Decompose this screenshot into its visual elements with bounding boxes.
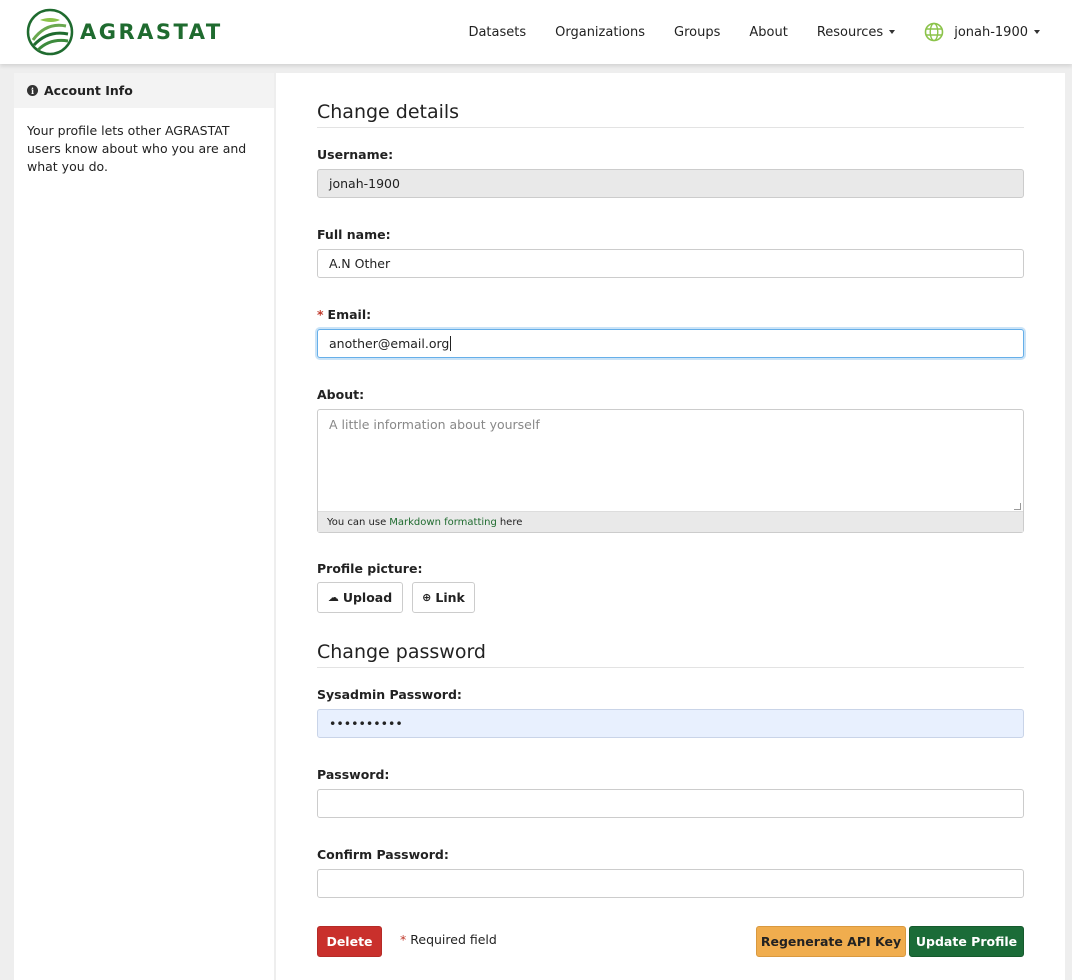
resize-handle-icon[interactable] [1014,503,1021,510]
text-cursor [450,336,452,351]
info-icon: i [27,85,38,96]
globe-icon: ⊕ [422,591,432,604]
main-content: Change details Username: jonah-1900 Full… [276,73,1065,980]
email-field[interactable]: another@email.org [317,329,1024,358]
about-label: About: [317,387,365,402]
nav-resources-label: Resources [816,24,884,40]
main-nav: Datasets Organizations Groups About Reso… [439,0,1040,64]
email-value: another@email.org [329,336,450,351]
delete-button-label: Delete [326,934,373,949]
divider [317,667,1024,668]
about-placeholder: A little information about yourself [329,417,540,432]
upload-button[interactable]: ☁ Upload [317,582,403,613]
password-field[interactable] [317,789,1024,818]
update-button-label: Update Profile [915,934,1018,949]
brand-name: AGRASTAT [80,20,223,44]
sidebar-heading-text: Account Info [44,83,133,98]
regenerate-api-key-button[interactable]: Regenerate API Key [756,926,906,957]
markdown-hint: You can use Markdown formatting here [318,511,1023,532]
sidebar: i Account Info Your profile lets other A… [14,73,274,980]
email-label-text: Email: [327,307,372,322]
email-label: * Email: [317,307,371,322]
update-profile-button[interactable]: Update Profile [909,926,1024,957]
markdown-hint-prefix: You can use [327,516,387,528]
fullname-label: Full name: [317,227,391,242]
logo-emblem-icon [26,8,74,56]
nav-about[interactable]: About [749,25,787,40]
required-marker: * [400,932,407,947]
nav-resources-dropdown[interactable]: Resources [816,24,896,40]
brand-logo[interactable]: AGRASTAT [26,8,223,56]
markdown-link[interactable]: Markdown formatting [389,517,497,528]
markdown-hint-suffix: here [499,516,523,528]
change-password-title: Change password [317,641,486,663]
link-button-label: Link [435,590,465,605]
confirm-password-label: Confirm Password: [317,847,449,862]
upload-button-label: Upload [342,590,393,605]
chevron-down-icon [1034,30,1040,34]
regenerate-button-label: Regenerate API Key [760,934,902,949]
sysadmin-password-value: •••••••••• [329,716,403,731]
required-field-text: Required field [410,932,497,947]
cloud-upload-icon: ☁ [327,591,339,604]
required-field-note: * Required field [400,932,497,947]
required-marker: * [317,307,324,322]
sidebar-heading: i Account Info [14,73,274,108]
password-label: Password: [317,767,390,782]
fullname-value: A.N Other [329,256,391,271]
top-header: AGRASTAT Datasets Organizations Groups A… [0,0,1072,64]
nav-groups[interactable]: Groups [674,25,720,40]
sidebar-description: Your profile lets other AGRASTAT users k… [27,123,247,174]
globe-icon [924,22,944,42]
nav-user-label: jonah-1900 [954,24,1028,40]
delete-button[interactable]: Delete [317,926,382,957]
username-label: Username: [317,147,394,162]
link-button[interactable]: ⊕ Link [412,582,475,613]
chevron-down-icon [889,30,896,34]
confirm-password-field[interactable] [317,869,1024,898]
nav-datasets[interactable]: Datasets [468,25,526,40]
username-field: jonah-1900 [317,169,1024,198]
sysadmin-password-label: Sysadmin Password: [317,687,462,702]
about-textarea[interactable]: A little information about yourself You … [317,409,1024,533]
nav-organizations[interactable]: Organizations [555,25,645,40]
fullname-field[interactable]: A.N Other [317,249,1024,278]
nav-user-dropdown[interactable]: jonah-1900 [924,22,1040,42]
username-value: jonah-1900 [329,176,400,191]
profile-picture-label: Profile picture: [317,561,423,576]
sysadmin-password-field[interactable]: •••••••••• [317,709,1024,738]
change-details-title: Change details [317,101,460,123]
divider [317,127,1024,128]
